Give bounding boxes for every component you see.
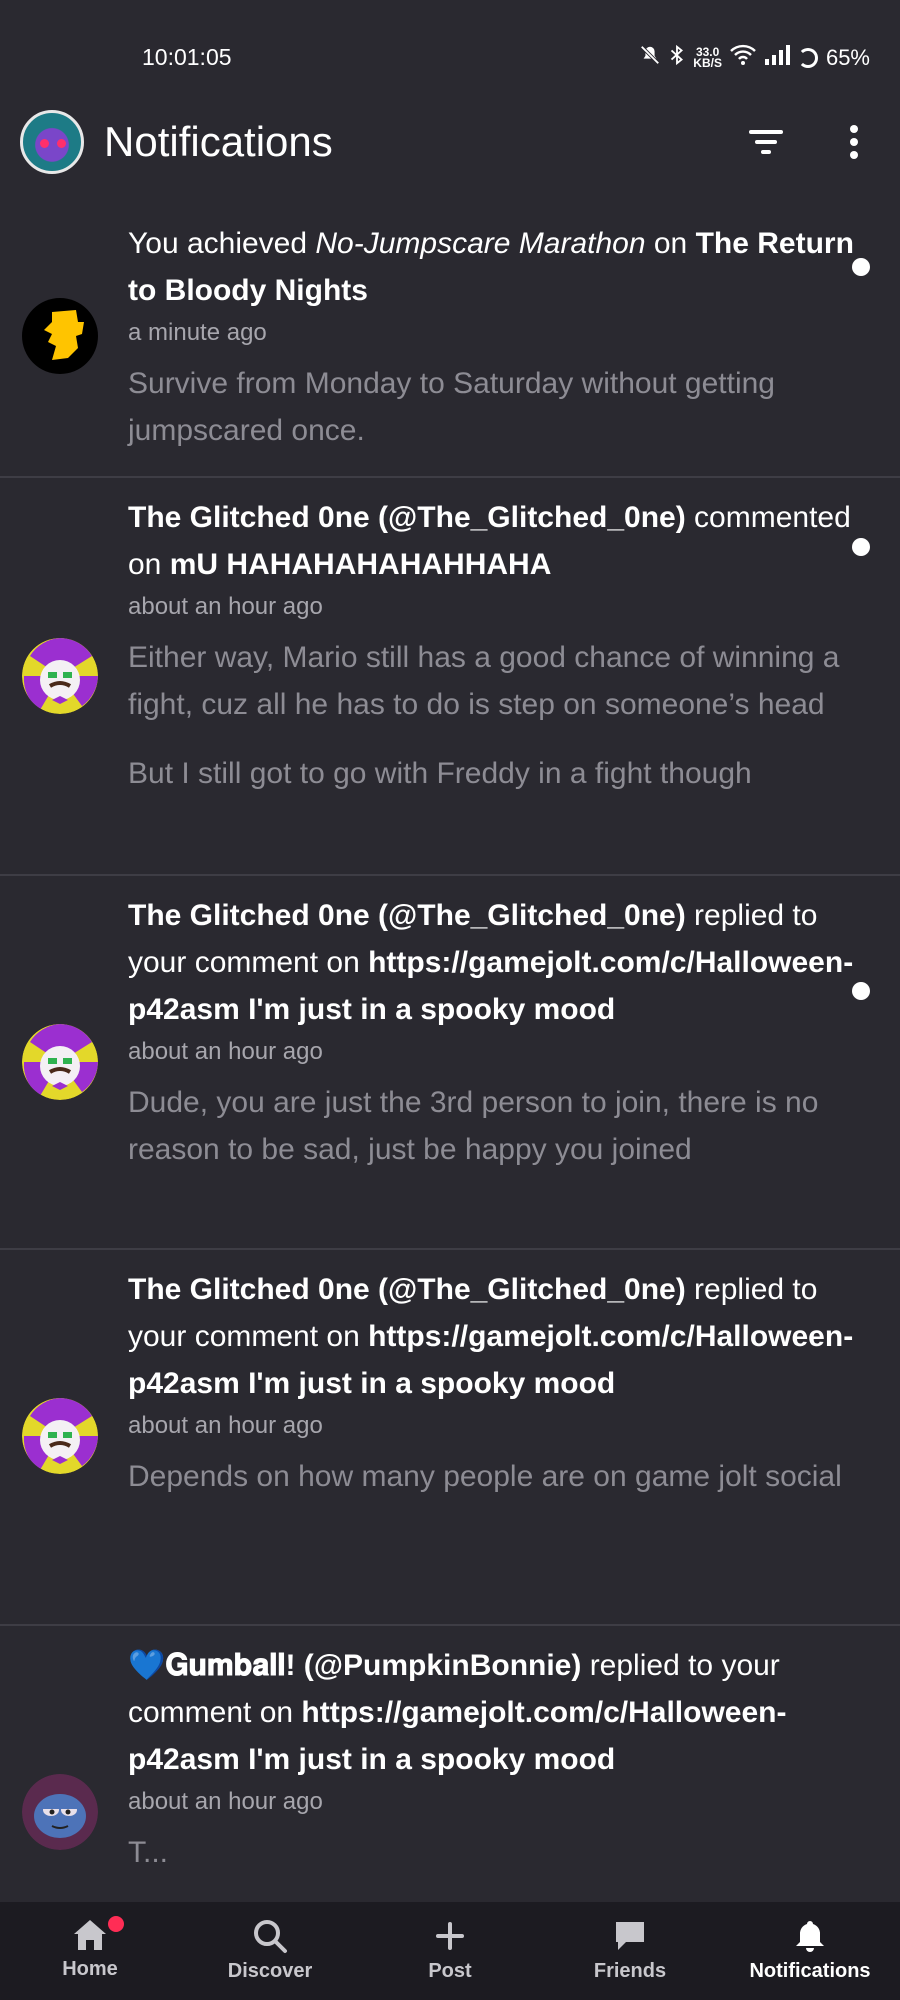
notification-headline: The Glitched 0ne (@The_Glitched_0ne) com…	[128, 501, 851, 581]
more-vertical-icon	[850, 125, 858, 159]
nav-post[interactable]: Post	[360, 1902, 540, 2000]
notification-body: Either way, Mario still has a good chanc…	[128, 641, 840, 790]
nav-home[interactable]: Home	[0, 1902, 180, 2000]
app-bar: Notifications	[0, 100, 900, 192]
chat-bubble-icon	[616, 1922, 644, 1950]
wifi-icon	[730, 44, 756, 72]
filter-icon	[749, 130, 783, 154]
user-avatar[interactable]	[22, 1774, 98, 1850]
heart-emoji: 💙	[128, 1649, 166, 1682]
more-options-button[interactable]	[826, 114, 882, 170]
user-avatar[interactable]	[22, 1024, 98, 1100]
notification-time: about an hour ago	[128, 1038, 323, 1065]
search-icon	[254, 1920, 287, 1953]
filter-button[interactable]	[738, 114, 794, 170]
notification-body: T...	[128, 1836, 169, 1869]
bottom-nav: Home Discover Post Friends Notifications	[0, 1902, 900, 2000]
bluetooth-icon	[669, 44, 685, 72]
battery-level: 65%	[825, 45, 870, 70]
nav-discover[interactable]: Discover	[180, 1902, 360, 2000]
user-avatar[interactable]	[22, 1398, 98, 1474]
status-time: 10:01:05	[142, 44, 232, 70]
notification-item[interactable]: 💙𝐆𝐮𝐦𝐛𝐚𝐥𝐥! (@PumpkinBonnie) replied to yo…	[0, 1626, 900, 1902]
status-bar: 10:01:05 33.0 KB/S 65%	[0, 0, 900, 100]
plus-icon	[436, 1922, 464, 1950]
notification-time: about an hour ago	[128, 1788, 323, 1815]
notification-time: a minute ago	[128, 319, 267, 346]
notification-headline: 💙𝐆𝐮𝐦𝐛𝐚𝐥𝐥! (@PumpkinBonnie) replied to yo…	[128, 1649, 787, 1776]
notification-headline: You achieved No-Jumpscare Marathon on Th…	[128, 227, 854, 307]
bell-icon	[796, 1921, 824, 1952]
mute-icon	[639, 44, 661, 72]
notification-body: Depends on how many people are on game j…	[128, 1460, 842, 1493]
avatar-eye	[57, 139, 66, 148]
home-icon	[74, 1920, 106, 1950]
page-title: Notifications	[104, 118, 333, 165]
notification-headline: The Glitched 0ne (@The_Glitched_0ne) rep…	[128, 1273, 854, 1400]
notification-time: about an hour ago	[128, 1412, 323, 1439]
nav-notifications[interactable]: Notifications	[720, 1902, 900, 2000]
unread-dot	[852, 538, 870, 556]
signal-icon	[764, 45, 790, 71]
user-avatar[interactable]	[22, 638, 98, 714]
notification-item[interactable]: You achieved No-Jumpscare Marathon on Th…	[0, 212, 900, 478]
battery-icon	[797, 48, 818, 68]
notification-time: about an hour ago	[128, 593, 323, 620]
notification-item[interactable]: The Glitched 0ne (@The_Glitched_0ne) rep…	[0, 1250, 900, 1626]
notification-headline: The Glitched 0ne (@The_Glitched_0ne) rep…	[128, 899, 854, 1026]
game-avatar[interactable]	[22, 298, 98, 374]
notification-item[interactable]: The Glitched 0ne (@The_Glitched_0ne) com…	[0, 478, 900, 876]
avatar-eye	[40, 139, 49, 148]
notification-body: Survive from Monday to Saturday without …	[128, 367, 775, 447]
unread-dot	[852, 258, 870, 276]
nav-friends[interactable]: Friends	[540, 1902, 720, 2000]
notification-list: You achieved No-Jumpscare Marathon on Th…	[0, 212, 900, 1902]
notification-badge	[108, 1916, 124, 1932]
user-avatar[interactable]	[20, 110, 84, 174]
unread-dot	[852, 982, 870, 1000]
status-icons: 33.0 KB/S 65%	[639, 44, 870, 72]
network-speed: 33.0 KB/S	[693, 45, 722, 70]
notification-item[interactable]: The Glitched 0ne (@The_Glitched_0ne) rep…	[0, 876, 900, 1250]
notification-body: Dude, you are just the 3rd person to joi…	[128, 1086, 819, 1166]
